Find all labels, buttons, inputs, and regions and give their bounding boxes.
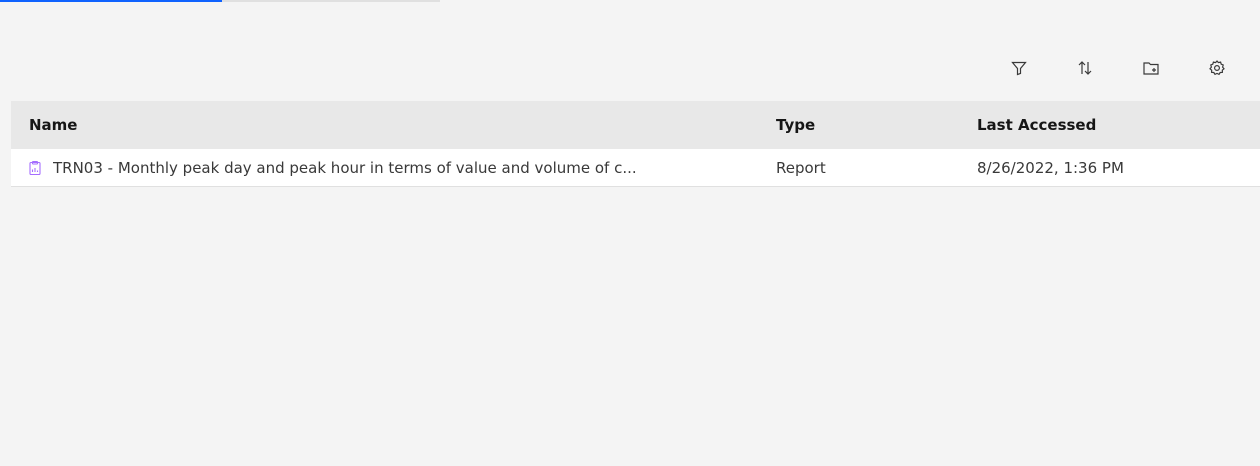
row-name-text: TRN03 - Monthly peak day and peak hour i… [53, 158, 637, 177]
tab-strip [0, 0, 440, 2]
row-type-cell: Report [776, 158, 826, 177]
sort-icon [1078, 61, 1092, 75]
new-folder-icon [1143, 62, 1159, 75]
table-row[interactable]: TRN03 - Monthly peak day and peak hour i… [11, 149, 1260, 187]
new-folder-button[interactable] [1118, 50, 1184, 86]
filter-button[interactable] [986, 50, 1052, 86]
filter-icon [1011, 61, 1027, 76]
settings-icon [1209, 60, 1225, 76]
column-header-last-accessed[interactable]: Last Accessed [965, 116, 1260, 134]
row-last-accessed-cell: 8/26/2022, 1:36 PM [977, 158, 1124, 177]
recent-items-table: Name Type Last Accessed TRN03 - Monthly … [11, 101, 1260, 187]
row-name-cell[interactable]: TRN03 - Monthly peak day and peak hour i… [11, 159, 760, 177]
sort-button[interactable] [1052, 50, 1118, 86]
report-icon [27, 160, 43, 176]
column-header-name[interactable]: Name [11, 116, 760, 134]
toolbar [986, 50, 1250, 86]
table-header: Name Type Last Accessed [11, 101, 1260, 149]
column-header-type[interactable]: Type [760, 116, 965, 134]
settings-button[interactable] [1184, 50, 1250, 86]
active-tab-indicator [0, 0, 222, 2]
